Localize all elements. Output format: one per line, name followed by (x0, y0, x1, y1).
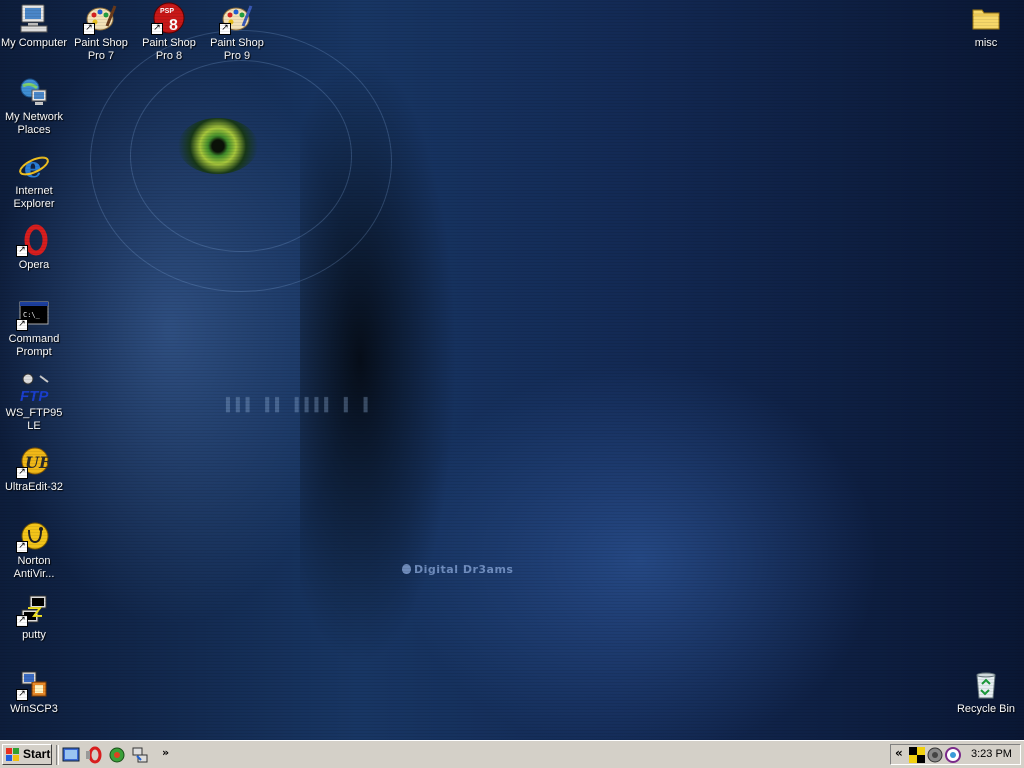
desktop-icon-my-computer[interactable]: My Computer (0, 2, 70, 50)
putty-icon: ↗ (16, 594, 50, 627)
shortcut-arrow-icon: ↗ (16, 467, 28, 479)
shortcut-arrow-icon: ↗ (16, 689, 28, 701)
shortcut-arrow-icon: ↗ (16, 615, 28, 627)
windows-flag-icon (6, 748, 20, 761)
desktop-icon-paint-shop-pro-7[interactable]: ↗ Paint Shop Pro 7 (65, 2, 137, 63)
desktop-icon-my-network-places[interactable]: My Network Places (0, 76, 70, 137)
desktop-icon-label: Paint Shop Pro 7 (74, 37, 128, 62)
network-places-icon (18, 76, 50, 108)
desktop-icon-label: WinSCP3 (10, 703, 58, 715)
paint-shop-pro-icon: ↗ (83, 2, 117, 35)
desktop-icon-label: Norton AntiVir... (13, 555, 55, 580)
desktop-icon-ws-ftp[interactable]: FTP WS_FTP95 LE (0, 372, 70, 433)
svg-text:FTP: FTP (20, 388, 49, 404)
apple-logo-icon (402, 564, 411, 574)
desktop-icon-command-prompt[interactable]: C:\_ ↗ Command Prompt (0, 298, 70, 359)
desktop-icon-putty[interactable]: ↗ putty (0, 594, 70, 642)
shortcut-arrow-icon: ↗ (16, 319, 28, 331)
desktop-icon-label: Command Prompt (8, 333, 60, 358)
desktop-icon-winscp[interactable]: ↗ WinSCP3 (0, 668, 70, 716)
desktop-icon-label: My Network Places (4, 111, 64, 136)
taskbar: Start » « 3:23 PM (0, 740, 1024, 768)
tray-expand-chevron[interactable]: « (895, 746, 903, 760)
shortcut-arrow-icon: ↗ (16, 541, 28, 553)
opera-icon: ↗ (16, 224, 50, 257)
start-label: Start (23, 747, 51, 761)
desktop-icon-misc-folder[interactable]: misc (950, 2, 1022, 50)
svg-text:C:\_: C:\_ (23, 311, 41, 319)
svg-text:e: e (24, 151, 42, 182)
desktop-icon-label: misc (974, 37, 998, 49)
shortcut-arrow-icon: ↗ (83, 23, 95, 35)
desktop[interactable]: ▌▌▌ ▌▌ ▌▌▌▌ ▌ ▌ Digital Dr3ams My Comput… (0, 0, 1024, 740)
quicklaunch-opera-icon[interactable] (85, 746, 103, 764)
desktop-icon-label: Internet Explorer (13, 185, 55, 210)
internet-explorer-icon: e (18, 150, 50, 184)
desktop-icon-label: Recycle Bin (956, 703, 1016, 715)
svg-text:UE: UE (25, 453, 50, 472)
desktop-icon-internet-explorer[interactable]: e Internet Explorer (0, 150, 70, 211)
start-button[interactable]: Start (2, 744, 52, 765)
tray-checkered-icon[interactable] (909, 747, 925, 763)
desktop-icon-label: Paint Shop Pro 9 (210, 37, 264, 62)
watermark-text: Digital Dr3ams (414, 563, 514, 576)
taskbar-clock[interactable]: 3:23 PM (971, 748, 1012, 760)
norton-antivirus-icon: ↗ (16, 520, 50, 553)
desktop-icon-ultraedit[interactable]: UE ↗ UltraEdit-32 (0, 446, 70, 494)
desktop-icon-label: Paint Shop Pro 8 (142, 37, 196, 62)
recycle-bin-icon (970, 668, 1002, 700)
wallpaper-hud-bars: ▌▌▌ ▌▌ ▌▌▌▌ ▌ ▌ (226, 398, 374, 413)
tray-messenger-icon[interactable] (945, 747, 961, 763)
ftp-icon: FTP (18, 372, 50, 405)
shortcut-arrow-icon: ↗ (151, 23, 163, 35)
taskbar-separator (56, 745, 59, 765)
desktop-icon-norton-antivirus[interactable]: ↗ Norton AntiVir... (0, 520, 70, 581)
desktop-icon-opera[interactable]: ↗ Opera (0, 224, 70, 272)
quicklaunch-more-chevron[interactable]: » (162, 746, 169, 759)
psp-version-number: 8 (169, 17, 178, 34)
desktop-icon-paint-shop-pro-9[interactable]: ↗ Paint Shop Pro 9 (201, 2, 273, 63)
psp-badge-text: PSP (160, 8, 174, 15)
winscp-icon: ↗ (16, 668, 50, 701)
quicklaunch-network-icon[interactable] (131, 746, 149, 764)
folder-icon (970, 2, 1002, 34)
system-tray: « 3:23 PM (890, 744, 1021, 765)
desktop-icon-label: putty (22, 629, 46, 641)
tray-speaker-icon[interactable] (927, 747, 943, 763)
desktop-icon-label: UltraEdit-32 (4, 481, 64, 493)
desktop-icon-paint-shop-pro-8[interactable]: PSP 8 ↗ Paint Shop Pro 8 (133, 2, 205, 63)
quicklaunch-browser-icon[interactable] (108, 746, 126, 764)
desktop-icon-label: Opera (18, 259, 50, 271)
command-prompt-icon: C:\_ ↗ (16, 298, 50, 331)
desktop-icon-recycle-bin[interactable]: Recycle Bin (950, 668, 1022, 716)
ultraedit-icon: UE ↗ (16, 446, 52, 479)
shortcut-arrow-icon: ↗ (16, 245, 28, 257)
shortcut-arrow-icon: ↗ (219, 23, 231, 35)
desktop-icon-label: My Computer (0, 37, 68, 49)
paint-shop-pro-icon: ↗ (219, 2, 253, 35)
paint-shop-pro-8-icon: PSP 8 ↗ (151, 2, 185, 35)
desktop-icon-label: WS_FTP95 LE (5, 407, 63, 432)
wallpaper-eye (178, 118, 258, 174)
wallpaper-watermark: Digital Dr3ams (402, 563, 513, 576)
quicklaunch-show-desktop-icon[interactable] (62, 746, 80, 764)
computer-icon (18, 2, 50, 34)
